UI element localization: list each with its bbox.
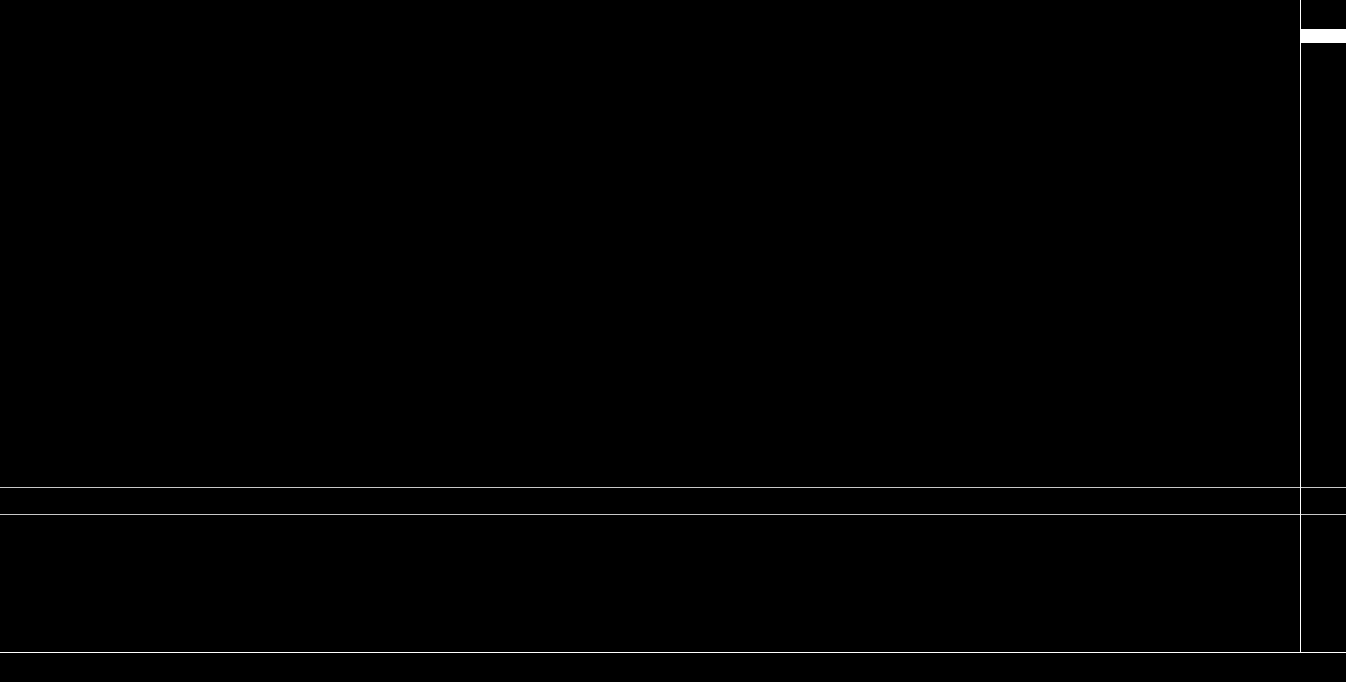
main-chart-area[interactable] [0, 0, 1300, 486]
stc-curve-panel[interactable] [0, 515, 1300, 652]
price-axis[interactable] [1301, 0, 1346, 652]
mt4-chart-window [0, 0, 1346, 682]
stc-bar-panel[interactable] [0, 488, 1300, 514]
time-axis[interactable] [0, 653, 1346, 682]
